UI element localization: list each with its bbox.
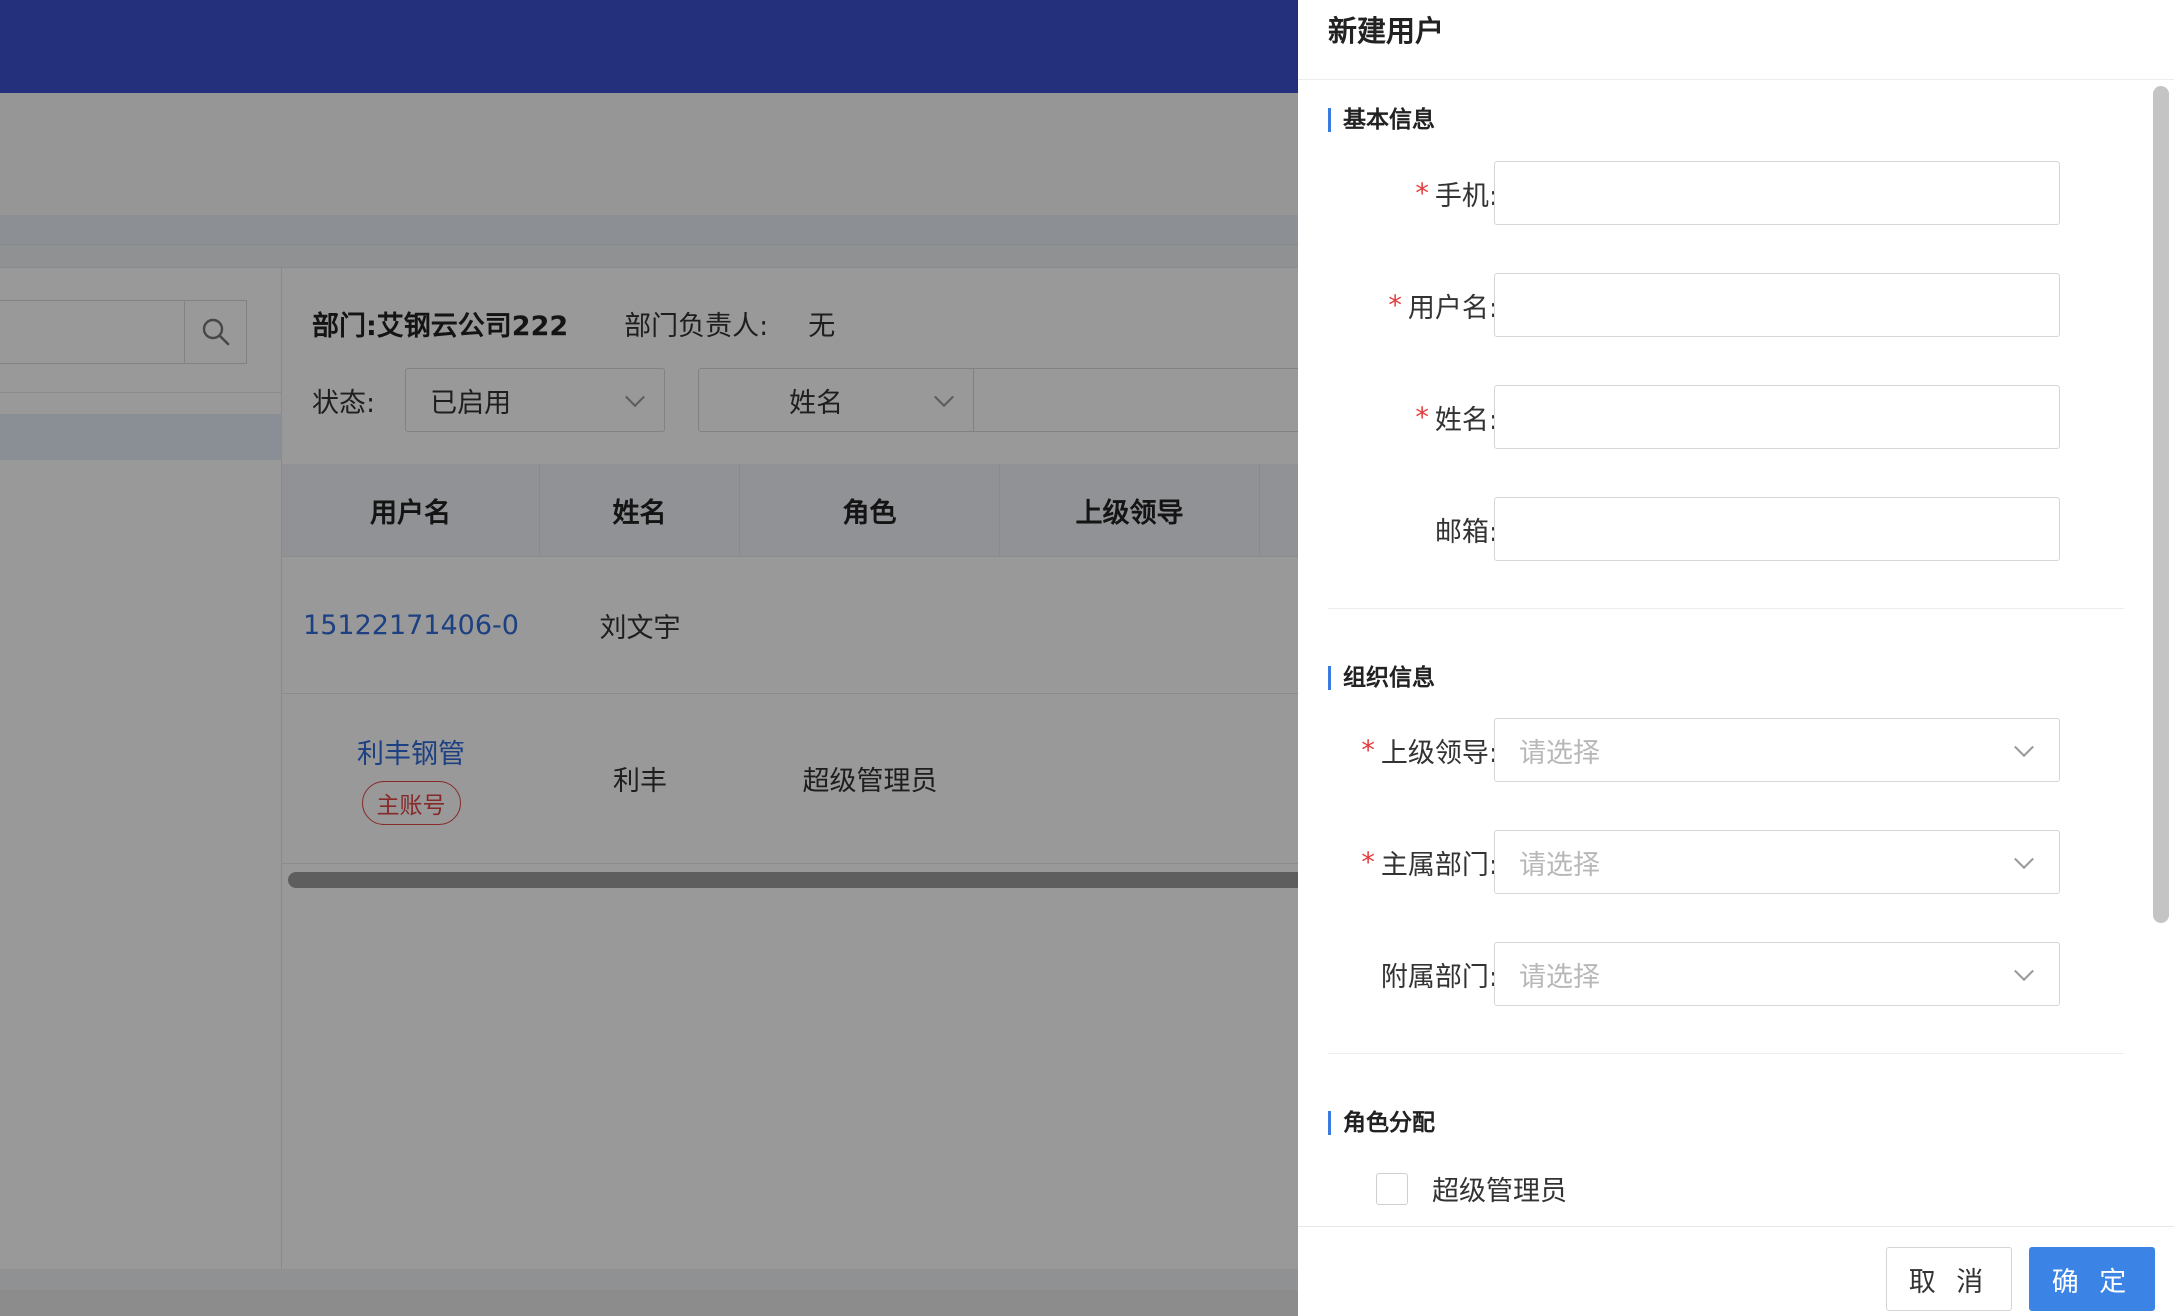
- sub-dept-label: 附属部门:: [1380, 961, 1498, 993]
- new-user-drawer: 新建用户 基本信息 * 手机: * 用户名: * 姓名: 邮箱: 组织信息 * 上级领导…: [1298, 0, 2174, 1316]
- sub-dept-select[interactable]: 请选择: [1494, 942, 2060, 1006]
- drawer-title: 新建用户: [1328, 14, 1445, 48]
- phone-label: * 手机:: [1415, 177, 1498, 212]
- phone-input[interactable]: [1494, 161, 2060, 225]
- form-row-main-dept: * 主属部门: 请选择: [1298, 830, 2174, 894]
- main-dept-select[interactable]: 请选择: [1494, 830, 2060, 894]
- fullname-input[interactable]: [1494, 385, 2060, 449]
- email-label: 邮箱:: [1434, 516, 1498, 548]
- form-row-phone: * 手机:: [1298, 161, 2174, 225]
- leader-label: * 上级领导:: [1361, 734, 1498, 769]
- leader-select[interactable]: 请选择: [1494, 718, 2060, 782]
- username-input[interactable]: [1494, 273, 2060, 337]
- main-dept-select-placeholder: 请选择: [1519, 849, 1600, 881]
- section-title-role: 角色分配: [1328, 1111, 1435, 1135]
- username-label: * 用户名:: [1388, 289, 1498, 324]
- chevron-down-icon: [2014, 849, 2034, 870]
- form-row-sub-dept: 附属部门: 请选择: [1298, 942, 2174, 1006]
- email-input[interactable]: [1494, 497, 2060, 561]
- section-divider: [1328, 608, 2124, 609]
- cancel-button[interactable]: 取 消: [1886, 1247, 2012, 1311]
- confirm-button[interactable]: 确 定: [2029, 1247, 2155, 1311]
- chevron-down-icon: [2014, 737, 2034, 758]
- form-row-fullname: * 姓名:: [1298, 385, 2174, 449]
- section-title-org: 组织信息: [1328, 666, 1435, 690]
- drawer-vertical-scrollbar[interactable]: [2153, 86, 2169, 923]
- form-row-email: 邮箱:: [1298, 497, 2174, 561]
- fullname-label: * 姓名:: [1415, 401, 1498, 436]
- chevron-down-icon: [2014, 961, 2034, 982]
- form-row-username: * 用户名:: [1298, 273, 2174, 337]
- main-dept-label: * 主属部门:: [1361, 846, 1498, 881]
- role-option-super-admin[interactable]: 超级管理员: [1376, 1169, 1567, 1208]
- form-row-leader: * 上级领导: 请选择: [1298, 718, 2174, 782]
- role-option-label: 超级管理员: [1432, 1176, 1567, 1207]
- section-divider: [1328, 1053, 2124, 1054]
- drawer-footer-divider: [1298, 1226, 2174, 1227]
- role-checkbox[interactable]: [1376, 1172, 1408, 1205]
- drawer-body: 基本信息 * 手机: * 用户名: * 姓名: 邮箱: 组织信息 * 上级领导: 请选择: [1298, 80, 2174, 1226]
- section-title-basic: 基本信息: [1328, 108, 1435, 132]
- sub-dept-select-placeholder: 请选择: [1519, 961, 1600, 993]
- leader-select-placeholder: 请选择: [1519, 737, 1600, 769]
